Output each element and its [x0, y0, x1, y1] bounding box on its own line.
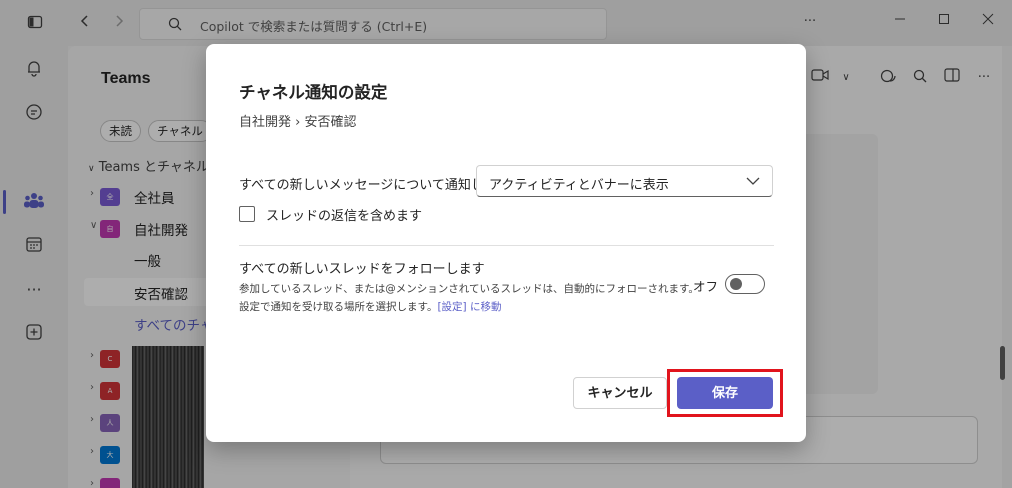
dialog-title: チャネル通知の設定: [239, 84, 388, 102]
include-replies-checkbox[interactable]: [239, 206, 255, 222]
follow-threads-toggle[interactable]: [725, 274, 765, 294]
channel-notification-dialog: チャネル通知の設定 自社開発 › 安否確認 すべての新しいメッセージについて通知…: [206, 44, 806, 442]
toggle-knob: [730, 278, 742, 290]
toggle-state-label: オフ: [693, 279, 719, 294]
save-button[interactable]: 保存: [677, 377, 773, 409]
dropdown-value: アクティビティとバナーに表示: [489, 178, 669, 193]
follow-description-1: 参加しているスレッド、または@メンションされているスレッドは、自動的にフォローさ…: [239, 283, 699, 295]
dialog-breadcrumb: 自社開発 › 安否確認: [239, 115, 357, 130]
include-replies-label: スレッドの返信を含めます: [266, 209, 423, 224]
divider: [239, 245, 774, 246]
chevron-down-icon: [746, 177, 760, 185]
all-messages-dropdown[interactable]: アクティビティとバナーに表示: [476, 165, 773, 197]
cancel-button[interactable]: キャンセル: [573, 377, 667, 409]
follow-description-text: 設定で通知を受け取る場所を選択します。: [239, 301, 438, 313]
all-messages-label: すべての新しいメッセージについて通知します: [239, 178, 510, 193]
settings-link[interactable]: [設定] に移動: [437, 301, 501, 313]
follow-description-2: 設定で通知を受け取る場所を選択します。[設定] に移動: [239, 299, 501, 314]
follow-threads-title: すべての新しいスレッドをフォローします: [239, 262, 485, 277]
